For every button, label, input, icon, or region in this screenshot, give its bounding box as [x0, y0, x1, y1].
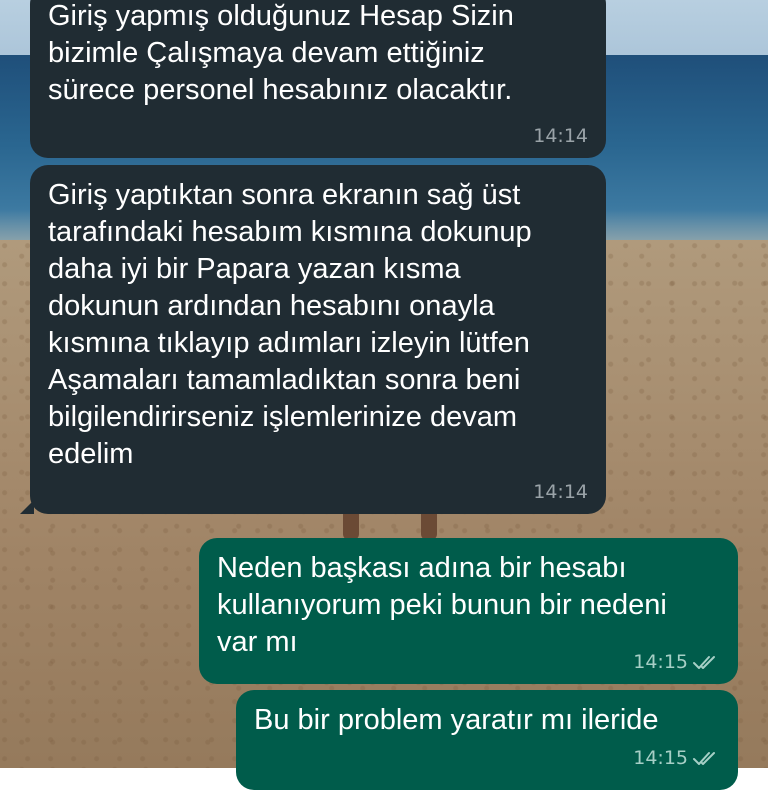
message-timestamp: 14:14: [533, 481, 588, 503]
message-text: Neden başkası adına bir hesabı kullanıyo…: [217, 552, 667, 658]
message-bubble-outgoing[interactable]: Neden başkası adına bir hesabı kullanıyo…: [199, 538, 738, 684]
message-bubble-outgoing[interactable]: Bu bir problem yaratır mı ileride 14:15: [236, 690, 738, 790]
message-bubble-incoming[interactable]: Giriş yapmış olduğunuz Hesap Sizin bizim…: [30, 0, 606, 158]
message-text: Bu bir problem yaratır mı ileride: [254, 704, 659, 736]
message-meta: 14:15: [633, 748, 720, 768]
message-timestamp: 14:15: [633, 747, 688, 769]
double-check-icon: [693, 655, 715, 669]
double-check-icon: [693, 751, 715, 765]
message-text: Giriş yapmış olduğunuz Hesap Sizin bizim…: [48, 0, 514, 106]
message-timestamp: 14:15: [633, 651, 688, 673]
message-meta: 14:15: [633, 652, 720, 672]
message-timestamp: 14:14: [533, 125, 588, 147]
message-text: Giriş yaptıktan sonra ekranın sağ üst ta…: [48, 179, 532, 470]
bubble-tail: [20, 500, 34, 514]
message-bubble-incoming[interactable]: Giriş yaptıktan sonra ekranın sağ üst ta…: [20, 165, 606, 514]
